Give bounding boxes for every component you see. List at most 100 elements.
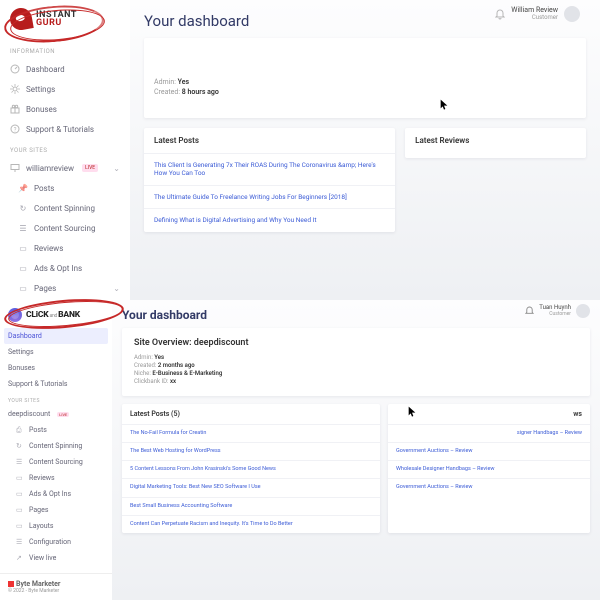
- pin-icon: ⎙: [16, 426, 24, 434]
- cursor-icon: ▭: [18, 263, 28, 273]
- svg-text:?: ?: [14, 127, 17, 134]
- latest-reviews-heading: Latest Reviews: [405, 128, 586, 153]
- guru-mark-icon: [8, 6, 33, 31]
- live-badge: LIVE: [57, 412, 69, 417]
- section-information: INFORMATION: [0, 40, 130, 59]
- sidebar-item-dashboard[interactable]: Dashboard: [0, 59, 130, 79]
- gift-icon: [10, 104, 20, 114]
- copyright: © 2022 - Byte Marketer: [8, 588, 104, 594]
- sidebar-item-content-spinning[interactable]: ↻Content Spinning: [0, 198, 130, 218]
- page-icon: ▭: [16, 506, 24, 514]
- latest-posts-card: Latest Posts This Client Is Generating 7…: [144, 128, 395, 232]
- sidebar-item-pages[interactable]: ▭Pages: [0, 502, 112, 518]
- review-link[interactable]: signer Handbags – Review: [388, 424, 590, 442]
- sidebar-item-layouts[interactable]: ▭Layouts: [0, 518, 112, 534]
- doc-icon: ☰: [18, 223, 28, 233]
- avatar-icon[interactable]: [576, 304, 590, 318]
- bell-icon[interactable]: [525, 306, 534, 317]
- post-link[interactable]: Content Can Perpetuate Racism and Inequi…: [122, 515, 380, 533]
- sidebar-item-reviews[interactable]: ▭Reviews: [0, 238, 130, 258]
- review-link[interactable]: Government Auctions – Review: [388, 442, 590, 460]
- chevron-down-icon: ⌄: [113, 284, 120, 293]
- sidebar-item-reviews[interactable]: ▭Reviews: [0, 470, 112, 486]
- sidebar-item-bonuses[interactable]: Bonuses: [0, 99, 130, 119]
- main-content: Tuan Huynh Customer Your dashboard Site …: [112, 300, 600, 600]
- brand-text: CLiCKandBANK: [26, 310, 80, 320]
- sidebar-item-content-sourcing[interactable]: ☰Content Sourcing: [0, 218, 130, 238]
- sidebar-site-selector[interactable]: williamreview LIVE ⌄: [0, 158, 130, 178]
- site-overview-card: Site Overview: deepdiscount Admin: Yes C…: [122, 328, 590, 396]
- post-link[interactable]: Digital Marketing Tools: Best New SEO So…: [122, 478, 380, 496]
- latest-posts-card: Latest Posts (5) The No-Fail Formula for…: [122, 404, 380, 533]
- section-your-sites: YOUR SITES: [0, 139, 130, 158]
- sidebar-item-settings[interactable]: Settings: [0, 79, 130, 99]
- latest-posts-heading: Latest Posts (5): [122, 404, 380, 424]
- avatar-icon[interactable]: [564, 6, 580, 22]
- latest-posts-heading: Latest Posts: [144, 128, 395, 153]
- doc-icon: ☰: [16, 458, 24, 466]
- gear-icon: [10, 84, 20, 94]
- sidebar-item-dashboard[interactable]: Dashboard: [4, 328, 108, 344]
- sidebar-item-pages[interactable]: ▭Pages⌄: [0, 278, 130, 298]
- external-icon: ↗: [16, 554, 24, 562]
- latest-reviews-card: Latest Reviews: [405, 128, 586, 158]
- user-menu[interactable]: William Review Customer: [511, 7, 558, 21]
- refresh-icon: ↻: [18, 203, 28, 213]
- brand-text: INSTANT GURU: [36, 11, 77, 27]
- mouse-cursor-icon: [408, 406, 416, 418]
- post-link[interactable]: This Client Is Generating 7x Their ROAS …: [144, 153, 395, 185]
- post-link[interactable]: Defining What is Digital Advertising and…: [144, 208, 395, 231]
- sidebar-item-content-spinning[interactable]: ↻Content Spinning: [0, 438, 112, 454]
- page-icon: ▭: [18, 283, 28, 293]
- brand-logo[interactable]: INSTANT GURU: [0, 0, 130, 40]
- click-and-bank-panel: CLiCKandBANK Dashboard Settings Bonuses …: [0, 300, 600, 600]
- gauge-icon: [10, 64, 20, 74]
- monitor-icon: [10, 163, 20, 173]
- live-badge: LIVE: [82, 164, 98, 172]
- chevron-down-icon: ⌄: [113, 164, 120, 173]
- chat-icon: ▭: [18, 243, 28, 253]
- sidebar: CLiCKandBANK Dashboard Settings Bonuses …: [0, 300, 112, 600]
- sidebar-item-support[interactable]: ? Support & Tutorials: [0, 119, 130, 139]
- chat-icon: ▭: [16, 474, 24, 482]
- post-link[interactable]: The Ultimate Guide To Freelance Writing …: [144, 185, 395, 208]
- sidebar-item-ads[interactable]: ▭Ads & Opt Ins: [0, 486, 112, 502]
- main-content: William Review Customer Your dashboard A…: [130, 0, 600, 300]
- refresh-icon: ↻: [16, 442, 24, 450]
- sidebar: INSTANT GURU INFORMATION Dashboard Setti…: [0, 0, 130, 300]
- square-icon: [8, 581, 14, 587]
- sidebar-item-posts[interactable]: 📌Posts: [0, 178, 130, 198]
- help-icon: ?: [10, 124, 20, 134]
- page-title: Your dashboard: [122, 308, 590, 322]
- post-link[interactable]: 5 Content Lessons From John Krasinski's …: [122, 460, 380, 478]
- sidebar-footer: Byte Marketer © 2022 - Byte Marketer: [0, 573, 112, 600]
- post-link[interactable]: Best Small Business Accounting Software: [122, 497, 380, 515]
- latest-reviews-heading: ws: [388, 404, 590, 424]
- section-your-sites: YOUR SITES: [0, 392, 112, 406]
- sidebar-item-bonuses[interactable]: Bonuses: [0, 360, 112, 376]
- header-bar: Tuan Huynh Customer: [525, 304, 590, 318]
- sidebar-item-settings[interactable]: Settings: [0, 344, 112, 360]
- instant-guru-panel: INSTANT GURU INFORMATION Dashboard Setti…: [0, 0, 600, 300]
- byte-marketer-logo[interactable]: Byte Marketer: [8, 580, 104, 588]
- post-link[interactable]: The Best Web Hosting for WordPress: [122, 442, 380, 460]
- sidebar-site-selector[interactable]: deepdiscount LIVE: [0, 406, 112, 422]
- latest-reviews-card: ws signer Handbags – Review Government A…: [388, 404, 590, 533]
- post-link[interactable]: The No-Fail Formula for Creatin: [122, 424, 380, 442]
- review-link[interactable]: Government Auctions – Review: [388, 478, 590, 496]
- sidebar-item-ads[interactable]: ▭Ads & Opt Ins: [0, 258, 130, 278]
- sidebar-item-posts[interactable]: ⎙Posts: [0, 422, 112, 438]
- site-overview-card: Admin: Yes Created: 8 hours ago: [144, 38, 586, 118]
- cursor-icon: ▭: [16, 490, 24, 498]
- bell-icon[interactable]: [495, 9, 505, 19]
- header-bar: William Review Customer: [485, 2, 590, 26]
- sidebar-item-configuration[interactable]: ☰Configuration: [0, 534, 112, 550]
- sidebar-item-support[interactable]: Support & Tutorials: [0, 376, 112, 392]
- layout-icon: ▭: [16, 522, 24, 530]
- user-menu[interactable]: Tuan Huynh Customer: [539, 305, 571, 317]
- sidebar-item-view-live[interactable]: ↗View live: [0, 550, 112, 566]
- sidebar-item-content-sourcing[interactable]: ☰Content Sourcing: [0, 454, 112, 470]
- swirl-icon: [8, 308, 22, 322]
- brand-logo[interactable]: CLiCKandBANK: [0, 300, 112, 328]
- review-link[interactable]: Wholesale Designer Handbags – Review: [388, 460, 590, 478]
